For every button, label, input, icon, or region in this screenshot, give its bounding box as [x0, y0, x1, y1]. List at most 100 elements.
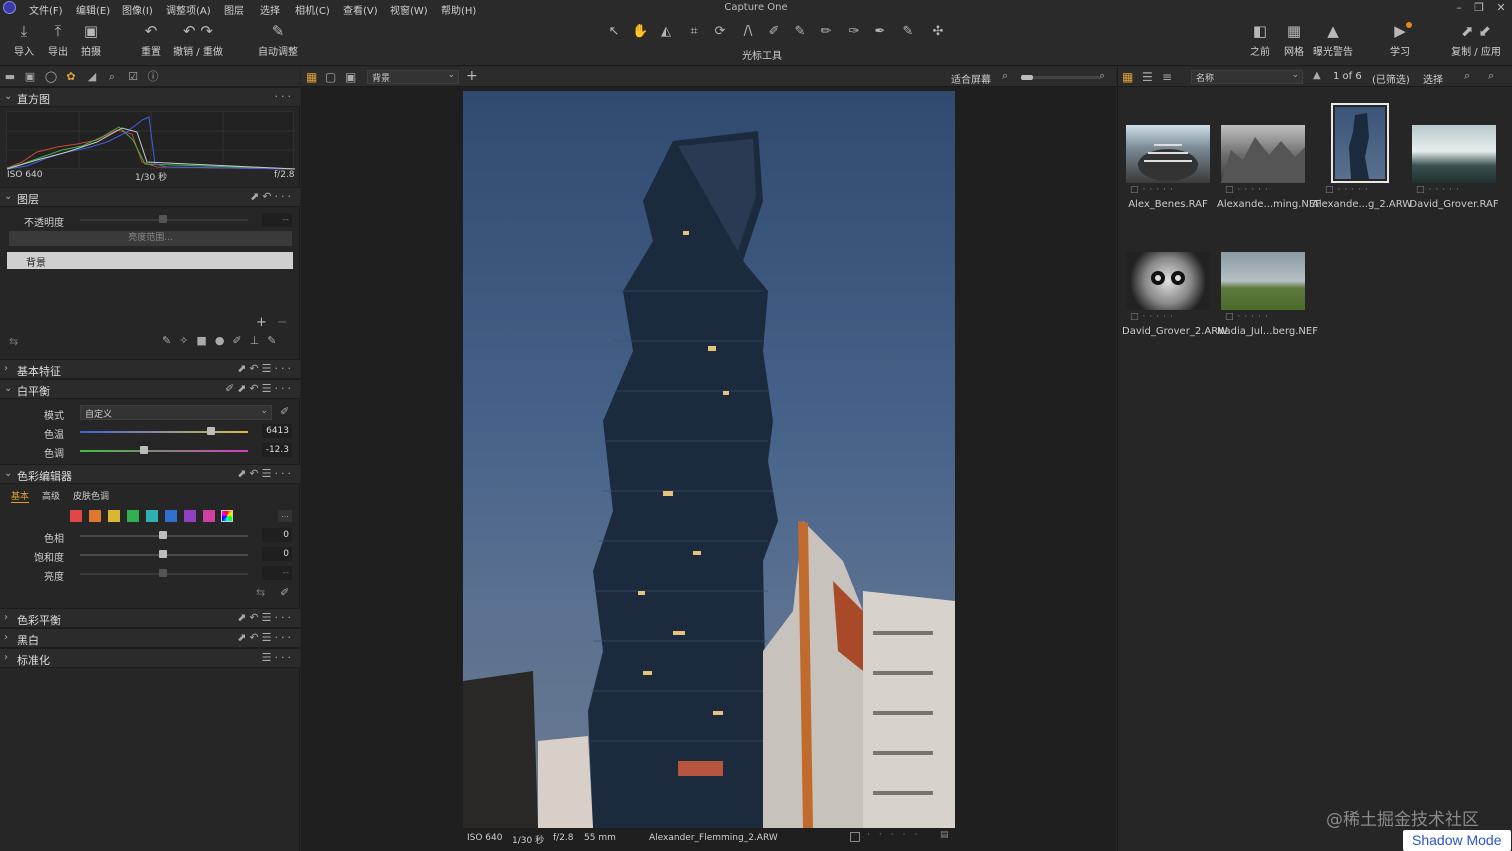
zoom-out-icon[interactable]: ⌕	[1002, 69, 1008, 83]
filmstrip-view-icon[interactable]: ≡	[1162, 70, 1172, 84]
saturation-value[interactable]: 0	[262, 547, 292, 561]
keystone-cursor-icon[interactable]: /\	[740, 24, 756, 40]
import-button[interactable]: ⤓ 导入	[10, 22, 38, 58]
color-swatch[interactable]	[70, 510, 82, 522]
menu-layers[interactable]: 图层	[224, 2, 244, 17]
rating-stars[interactable]: □·····	[1130, 312, 1177, 322]
tab-basic[interactable]: 基本	[11, 489, 30, 503]
color-tab-icon[interactable]: ✿	[64, 70, 78, 84]
thumbnail-item-selected[interactable]	[1331, 103, 1389, 183]
kelvin-slider-thumb[interactable]	[207, 427, 216, 435]
maximize-icon[interactable]: ❐	[1472, 1, 1486, 14]
white-balance-header[interactable]: ⌄ 白平衡 ✐⬈↶☰···	[0, 379, 300, 399]
wb-picker-icon[interactable]: ✐	[280, 405, 289, 418]
thumbnail-item[interactable]: □····· Alexande...ming.NEF	[1217, 103, 1321, 223]
color-wheel-icon[interactable]	[221, 510, 233, 522]
select-cursor-icon[interactable]: ↖	[606, 24, 622, 40]
heal-cursor-icon[interactable]: ✎	[792, 24, 808, 40]
kelvin-value[interactable]: 6413	[262, 424, 292, 438]
rating-stars[interactable]: □·····	[1225, 185, 1272, 195]
rating-stars[interactable]: □·····	[1225, 312, 1272, 322]
remove-layer-icon[interactable]: −	[277, 315, 288, 330]
tab-skin-tone[interactable]: 皮肤色调	[73, 489, 109, 502]
before-button[interactable]: ◧ 之前	[1246, 22, 1274, 58]
color-swatch[interactable]	[127, 510, 139, 522]
single-view-icon[interactable]: ▢	[325, 70, 336, 84]
adjustments-tab-icon[interactable]: ☑	[126, 70, 140, 84]
black-white-header[interactable]: › 黑白 ⬈↶☰···	[0, 628, 300, 648]
more-icon[interactable]: ···	[275, 90, 295, 103]
gradient-cursor-icon[interactable]: ✎	[900, 24, 916, 40]
menu-help[interactable]: 帮助(H)	[441, 2, 476, 17]
menu-camera[interactable]: 相机(C)	[295, 2, 330, 17]
saturation-slider-thumb[interactable]	[159, 550, 167, 558]
layers-actions-icon[interactable]: ⬈↶···	[250, 190, 294, 203]
library-tab-icon[interactable]: ▬	[3, 70, 17, 84]
luminosity-range-button[interactable]: 亮度范围...	[9, 231, 292, 246]
metadata-tab-icon[interactable]: ⓘ	[146, 70, 160, 84]
zoom-icon[interactable]: ⌕	[1464, 69, 1470, 83]
tint-slider-thumb[interactable]	[139, 446, 148, 454]
details-tab-icon[interactable]: ⌕	[105, 70, 119, 84]
brush-cursor-icon[interactable]: ✑	[846, 24, 862, 40]
swap-icon[interactable]: ⇆	[256, 586, 265, 599]
list-view-icon[interactable]: ☰	[1142, 70, 1153, 84]
tint-value[interactable]: -12.3	[262, 443, 292, 457]
color-swatch[interactable]	[89, 510, 101, 522]
annotate-cursor-icon[interactable]: ✣	[930, 24, 946, 40]
lens-tab-icon[interactable]: ◯	[44, 70, 58, 84]
menu-adjustments[interactable]: 调整项(A)	[166, 2, 211, 17]
export-button[interactable]: ⤒ 导出	[44, 22, 72, 58]
fit-screen-label[interactable]: 适合屏幕	[951, 71, 991, 86]
basic-characteristics-header[interactable]: › 基本特征 ⬈↶☰···	[0, 359, 300, 379]
add-icon[interactable]: +	[466, 68, 478, 84]
section-actions-icon[interactable]: ⬈↶☰···	[237, 467, 294, 480]
menu-select[interactable]: 选择	[260, 2, 280, 17]
multi-view-icon[interactable]: ▦	[306, 70, 317, 84]
layers-header[interactable]: ⌄ 图层 ⬈↶···	[0, 187, 300, 207]
section-actions-icon[interactable]: ⬈↶☰···	[237, 631, 294, 644]
sort-direction-icon[interactable]: ▲	[1313, 70, 1321, 81]
color-editor-header[interactable]: ⌄ 色彩编辑器 ⬈↶☰···	[0, 464, 300, 484]
exposure-tab-icon[interactable]: ◢	[85, 70, 99, 84]
capture-button[interactable]: ▣ 拍摄	[77, 22, 105, 58]
undo-redo-button[interactable]: ↶ ↷ 撤销 / 重做	[171, 22, 225, 58]
grid-view-icon[interactable]: ▦	[1122, 70, 1133, 84]
thumbnail-item[interactable]: □····· Alex_Benes.RAF	[1122, 103, 1214, 223]
section-actions-icon[interactable]: ⬈↶☰···	[237, 611, 294, 624]
main-image[interactable]	[463, 91, 955, 828]
hue-slider-thumb[interactable]	[159, 531, 167, 539]
kelvin-slider[interactable]	[80, 431, 248, 433]
menu-image[interactable]: 图像(I)	[122, 2, 153, 17]
select-button[interactable]: 选择	[1423, 71, 1443, 86]
picker-cursor-icon[interactable]: ✐	[766, 24, 782, 40]
exposure-warning-button[interactable]: ▲ 曝光警告	[1311, 22, 1355, 58]
grid-button[interactable]: ▦ 网格	[1280, 22, 1308, 58]
lightness-slider-thumb[interactable]	[159, 569, 167, 577]
auto-adjust-button[interactable]: ✎ 自动调整	[256, 22, 300, 58]
swap-icon[interactable]: ⇆	[9, 335, 18, 348]
rating-stars[interactable]: □·····	[1325, 185, 1372, 195]
search-icon[interactable]: ⌕	[1488, 69, 1494, 83]
rotate-cursor-icon[interactable]: ⟳	[712, 24, 728, 40]
capture-tab-icon[interactable]: ▣	[23, 70, 37, 84]
menu-window[interactable]: 视窗(W)	[390, 2, 428, 17]
menu-view[interactable]: 查看(V)	[343, 2, 378, 17]
section-actions-icon[interactable]: ☰···	[262, 651, 294, 664]
color-picker-icon[interactable]: ✐	[280, 586, 289, 599]
wb-mode-select[interactable]: 自定义 ⌄	[80, 405, 272, 420]
color-swatch[interactable]	[203, 510, 215, 522]
layer-tools-icons[interactable]: ✎✧■●✐⊥✎	[162, 334, 284, 347]
color-balance-header[interactable]: › 色彩平衡 ⬈↶☰···	[0, 608, 300, 628]
rating-stars[interactable]: □·····	[1130, 185, 1177, 195]
minimize-icon[interactable]: –	[1452, 1, 1466, 14]
footer-checkbox[interactable]	[850, 832, 860, 842]
sort-select[interactable]: 名称 ⌄	[1191, 70, 1303, 84]
color-swatch[interactable]	[108, 510, 120, 522]
color-editor-more-button[interactable]: ...	[278, 510, 292, 522]
add-layer-icon[interactable]: +	[256, 315, 267, 330]
proof-view-icon[interactable]: ▣	[345, 70, 356, 84]
thumbnail-item[interactable]: □····· Nadia_Jul...berg.NEF	[1217, 230, 1318, 350]
shadow-mode-badge[interactable]: Shadow Mode	[1403, 830, 1511, 851]
normalize-header[interactable]: › 标准化 ☰···	[0, 648, 300, 668]
